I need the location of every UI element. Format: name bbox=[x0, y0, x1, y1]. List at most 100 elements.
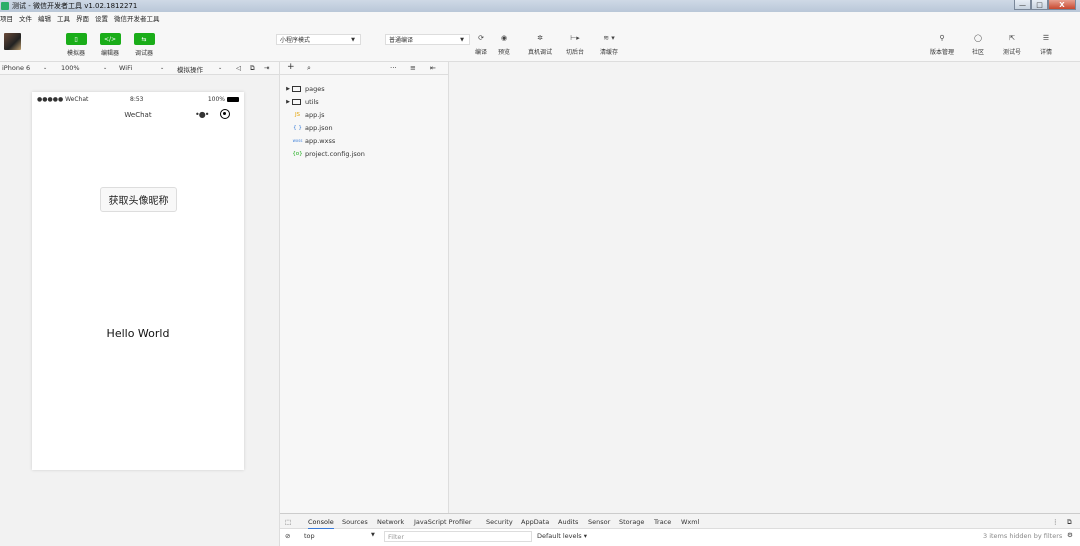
folder-icon bbox=[292, 98, 301, 105]
console-filter-input[interactable]: Filter bbox=[384, 531, 532, 542]
tab-security[interactable]: Security bbox=[486, 518, 513, 526]
minimize-button[interactable]: — bbox=[1014, 0, 1031, 10]
tree-item-label: app.wxss bbox=[305, 136, 336, 145]
menu-devtools[interactable]: 微信开发者工具 bbox=[114, 13, 160, 23]
mode-select[interactable]: 小程序模式 ▼ bbox=[276, 34, 361, 45]
dock-right-icon[interactable]: ⇥ bbox=[264, 64, 269, 72]
debug-icon: ⇆ bbox=[133, 33, 155, 45]
tab-console[interactable]: Console bbox=[308, 518, 334, 529]
popout-icon[interactable]: ⧉ bbox=[250, 64, 255, 73]
background-label: 切后台 bbox=[565, 49, 584, 56]
tab-audits[interactable]: Audits bbox=[558, 518, 578, 526]
volume-icon[interactable]: ◁ bbox=[236, 64, 241, 72]
details-button[interactable]: ☰ 详情 bbox=[1033, 33, 1059, 56]
phone-icon: ▯ bbox=[65, 33, 87, 45]
console-filter-bar: ⊘ top ▼ Filter Default levels ▾ 3 items … bbox=[280, 529, 1080, 546]
undock-icon[interactable]: ⧉ bbox=[1067, 518, 1072, 527]
tree-item-project-config[interactable]: {o} project.config.json bbox=[292, 148, 365, 159]
more-icon[interactable]: •●• bbox=[195, 110, 209, 119]
simulator-toggle-label: 模拟器 bbox=[66, 50, 85, 57]
debugger-toggle-button[interactable]: ⇆ 调试器 bbox=[131, 33, 157, 57]
gear-icon[interactable]: ⚙ bbox=[1067, 531, 1073, 539]
simulator-bar: iPhone 6 ⌄ 100% ⌄ WiFi ⌄ 模拟操作 ⌄ ◁ ⧉ ⇥ bbox=[0, 62, 280, 75]
kebab-menu-icon[interactable]: ⋮ bbox=[1052, 518, 1059, 526]
inspect-icon[interactable]: ⬚ bbox=[285, 518, 291, 526]
chevron-down-icon[interactable]: ▼ bbox=[371, 532, 375, 538]
chevron-down-icon[interactable]: ⌄ bbox=[160, 65, 164, 71]
chevron-down-icon[interactable]: ⌄ bbox=[43, 65, 47, 71]
clear-console-icon[interactable]: ⊘ bbox=[285, 532, 290, 540]
app-icon bbox=[1, 2, 9, 10]
remote-debug-button[interactable]: ✲ 真机调试 bbox=[527, 33, 553, 56]
tree-item-utils[interactable]: ▶ utils bbox=[284, 96, 319, 107]
tab-sensor[interactable]: Sensor bbox=[588, 518, 610, 526]
more-icon[interactable]: ··· bbox=[390, 64, 397, 72]
simulator-toggle-button[interactable]: ▯ 模拟器 bbox=[63, 33, 89, 57]
menu-project[interactable]: 项目 bbox=[0, 13, 13, 23]
tree-item-app-json[interactable]: { } app.json bbox=[292, 122, 333, 133]
battery-icon bbox=[227, 97, 239, 102]
test-account-button[interactable]: ⇱ 测试号 bbox=[999, 33, 1025, 56]
devtools-tab-bar: ⬚ Console Sources Network JavaScript Pro… bbox=[280, 513, 1080, 529]
collapse-panel-icon[interactable]: ⇤ bbox=[430, 64, 436, 72]
sort-icon[interactable]: ≡ bbox=[410, 64, 416, 72]
menu-tools[interactable]: 工具 bbox=[57, 13, 70, 23]
tree-item-label: app.json bbox=[305, 123, 333, 132]
chevron-down-icon[interactable]: ⌄ bbox=[218, 65, 222, 71]
editor-toggle-button[interactable]: </> 编辑器 bbox=[97, 33, 123, 57]
debugger-toggle-label: 调试器 bbox=[134, 50, 153, 57]
tab-storage[interactable]: Storage bbox=[619, 518, 644, 526]
phone-status-bar: ●●●●● WeChat 8:53 100% bbox=[32, 92, 244, 106]
tab-sources[interactable]: Sources bbox=[342, 518, 368, 526]
menu-file[interactable]: 文件 bbox=[19, 13, 32, 23]
wxss-file-icon: wxss bbox=[292, 138, 303, 143]
tab-network[interactable]: Network bbox=[377, 518, 404, 526]
clear-cache-button[interactable]: ≋ ▾ 清缓存 bbox=[596, 33, 622, 56]
menu-settings[interactable]: 设置 bbox=[95, 13, 108, 23]
context-select[interactable]: top bbox=[304, 532, 315, 540]
chevron-down-icon[interactable]: ⌄ bbox=[103, 65, 107, 71]
tree-item-label: project.config.json bbox=[305, 149, 365, 158]
menu-edit[interactable]: 编辑 bbox=[38, 13, 51, 23]
tree-item-app-js[interactable]: JS app.js bbox=[292, 109, 325, 120]
chevron-right-icon: ▶ bbox=[286, 85, 290, 92]
js-file-icon: JS bbox=[294, 111, 301, 118]
layers-icon: ≋ ▾ bbox=[603, 34, 615, 42]
log-levels-select[interactable]: Default levels ▾ bbox=[537, 532, 587, 540]
tab-wxml[interactable]: Wxml bbox=[681, 518, 699, 526]
version-manage-label: 版本管理 bbox=[929, 49, 954, 56]
close-button[interactable]: X bbox=[1048, 0, 1076, 10]
tree-item-app-wxss[interactable]: wxss app.wxss bbox=[292, 135, 336, 146]
community-button[interactable]: ◯ 社区 bbox=[965, 33, 991, 56]
background-button[interactable]: ⊢▸ 切后台 bbox=[562, 33, 588, 56]
menu-view[interactable]: 界面 bbox=[76, 13, 89, 23]
tab-appdata[interactable]: AppData bbox=[521, 518, 549, 526]
maximize-button[interactable]: □ bbox=[1031, 0, 1048, 10]
avatar[interactable] bbox=[4, 33, 21, 50]
get-userinfo-button[interactable]: 获取头像昵称 bbox=[100, 187, 177, 212]
eye-icon: ◉ bbox=[500, 34, 508, 42]
tab-trace[interactable]: Trace bbox=[654, 518, 671, 526]
preview-button[interactable]: ◉ 预览 bbox=[491, 33, 517, 56]
compile-select[interactable]: 普通编译 ▼ bbox=[385, 34, 470, 45]
branch-icon: ⚲ bbox=[939, 34, 945, 42]
compile-select-value: 普通编译 bbox=[389, 37, 414, 44]
community-label: 社区 bbox=[971, 49, 984, 56]
simulate-action-select[interactable]: 模拟操作 bbox=[177, 64, 203, 74]
search-icon[interactable]: ⌕ bbox=[307, 64, 311, 73]
add-icon[interactable]: + bbox=[287, 62, 295, 72]
window-title: 测试 - 微信开发者工具 v1.02.1812271 bbox=[12, 2, 138, 10]
network-select[interactable]: WiFi bbox=[119, 64, 132, 72]
tree-item-pages[interactable]: ▶ pages bbox=[284, 83, 325, 94]
tab-js-profiler[interactable]: JavaScript Profiler bbox=[414, 518, 472, 526]
device-select[interactable]: iPhone 6 bbox=[2, 64, 30, 72]
mode-select-value: 小程序模式 bbox=[280, 37, 311, 44]
version-manage-button[interactable]: ⚲ 版本管理 bbox=[929, 33, 955, 56]
hello-text: Hello World bbox=[106, 327, 170, 340]
zoom-select[interactable]: 100% bbox=[61, 64, 80, 72]
file-tree: ▶ pages ▶ utils JS app.js { } app.json w… bbox=[280, 75, 449, 513]
close-capsule-icon[interactable] bbox=[220, 109, 230, 119]
editor-area[interactable] bbox=[449, 62, 1080, 513]
chevron-right-icon: ▶ bbox=[286, 98, 290, 105]
phone-screen: ●●●●● WeChat 8:53 100% WeChat •●• 获取头像昵称… bbox=[32, 92, 244, 470]
